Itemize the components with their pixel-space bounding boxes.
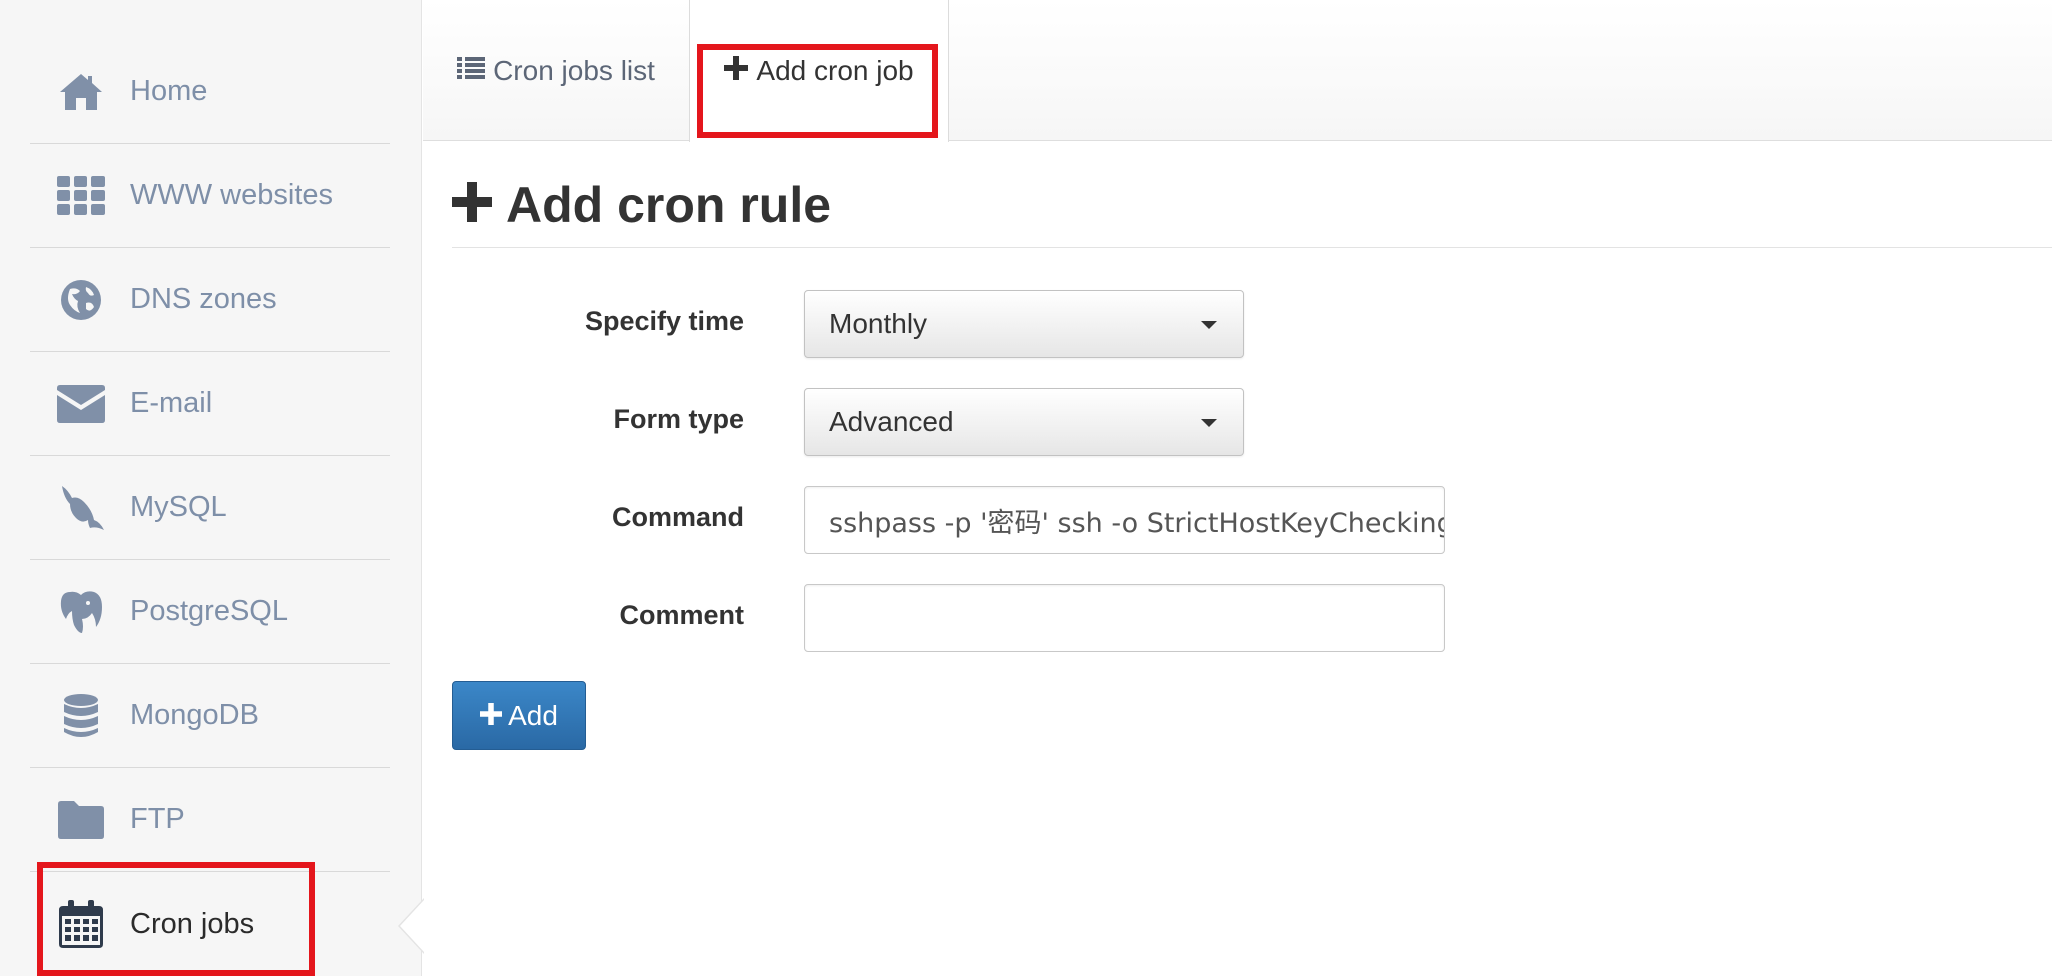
sidebar-item-postgresql[interactable]: PostgreSQL [30,560,390,664]
sidebar-item-mongodb[interactable]: MongoDB [30,664,390,768]
tab-cron-jobs-list[interactable]: Cron jobs list [423,0,689,141]
comment-input[interactable] [804,584,1445,652]
grid-icon [56,171,106,221]
sidebar-item-label: WWW websites [130,179,333,211]
tab-bar: Cron jobs list Add cron job [423,0,2052,142]
folder-icon [56,795,106,845]
page-title: Add cron rule [452,176,831,234]
add-button[interactable]: Add [452,681,586,750]
sidebar-item-label: MongoDB [130,699,259,731]
sidebar-item-dns-zones[interactable]: DNS zones [30,248,390,352]
comment-label: Comment [619,600,744,630]
list-icon [457,55,486,87]
plus-icon [480,700,503,732]
sidebar-item-home[interactable]: Home [30,40,390,144]
sidebar-item-label: FTP [130,803,185,835]
highlight-add-cron-job-tab [697,44,938,138]
sidebar-item-ftp[interactable]: FTP [30,768,390,872]
sidebar-item-label: PostgreSQL [130,595,288,627]
dolphin-icon [56,483,106,533]
sidebar-item-email[interactable]: E-mail [30,352,390,456]
form-type-select[interactable]: Advanced [804,388,1244,456]
command-value: sshpass -p '密码' ssh -o StrictHostKeyChec… [829,507,1445,539]
highlight-cron-jobs-nav [37,862,315,976]
page-title-text: Add cron rule [506,177,832,233]
sidebar-item-label: MySQL [130,491,227,523]
specify-time-select[interactable]: Monthly [804,290,1244,358]
command-input[interactable]: sshpass -p '密码' ssh -o StrictHostKeyChec… [804,486,1445,554]
tab-label: Cron jobs list [493,54,655,86]
home-icon [56,67,106,117]
sidebar-active-pointer [400,900,424,952]
elephant-icon [56,587,106,637]
chevron-down-icon [1201,321,1217,329]
sidebar: Home WWW websites DNS zones E-mail MySQL… [0,0,422,976]
globe-icon [56,275,106,325]
sidebar-item-www-websites[interactable]: WWW websites [30,144,390,248]
form-type-value: Advanced [829,406,954,437]
sidebar-item-label: DNS zones [130,283,277,315]
sidebar-item-label: Home [130,75,208,107]
command-label: Command [611,502,744,532]
form-type-label: Form type [613,404,744,434]
sidebar-item-mysql[interactable]: MySQL [30,456,390,560]
sidebar-item-label: E-mail [130,387,213,419]
title-divider [452,247,2052,248]
envelope-icon [56,379,106,429]
specify-time-label: Specify time [584,306,744,336]
chevron-down-icon [1201,419,1217,427]
database-icon [56,691,106,741]
add-button-label: Add [508,699,558,731]
specify-time-value: Monthly [829,308,928,339]
plus-icon [452,176,492,234]
